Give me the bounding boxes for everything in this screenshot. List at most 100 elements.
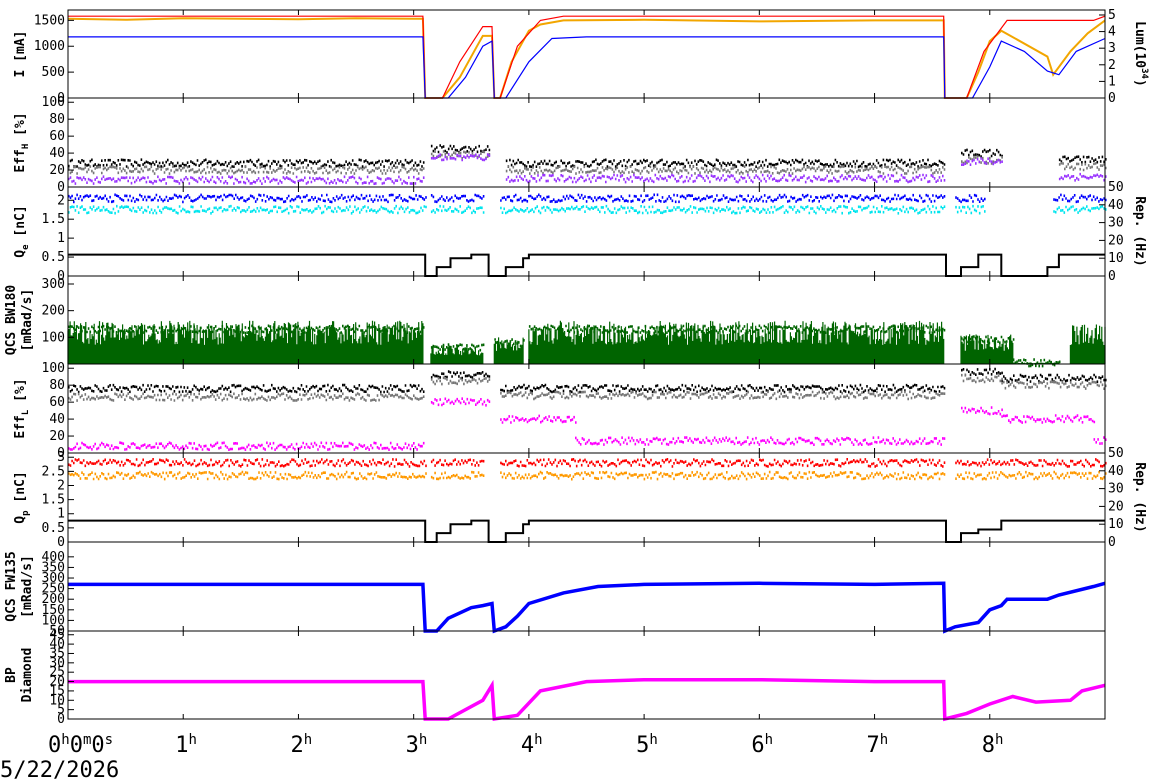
series-cyan-segment-3 [955,204,986,215]
y-tick-label: 0 [57,535,65,550]
series-red-segment-0 [68,458,427,468]
series-black-segment-2 [500,383,946,394]
y-axis-title-line: QCS BW180 [4,285,19,356]
x-hour-label: 5h [636,732,658,758]
y-tick-label: 80 [49,378,65,393]
y-tick-label: 2 [57,478,65,493]
panel-qcs_fw: 50100150200250300350400QCS FW135 [mRad/s] [4,541,1106,639]
y2-tick-label: 30 [1108,482,1124,497]
y-axis-title-line: BP [4,667,19,683]
series-blue-line [68,36,1106,99]
y-tick-label: 60 [49,129,65,144]
panel-frame [67,9,1106,99]
x-hour-label: 8h [982,732,1004,758]
series-grey-segment-0 [68,165,425,175]
series-orange2-segment-1 [430,470,485,481]
series-black-segment-3 [961,148,1003,158]
y2-tick-label: 40 [1108,198,1124,213]
series-grey-segment-3 [961,373,1003,384]
y2-tick-label: 20 [1108,233,1124,248]
panel-frame [67,630,1106,720]
y-tick-label: 500 [42,65,65,80]
series-grey-segment-0 [68,392,425,402]
y-tick-label: 1.5 [42,493,65,508]
series-purple-segment-4 [1058,172,1107,182]
series-black-segment-4 [1058,155,1107,164]
time-axis: 0h0m0s 1h 2h 3h 4h 5h 6h 7h 8h 5/22/2026 [0,732,1003,782]
series-grey-segment-4 [1058,161,1107,172]
y-tick-label: 2 [57,193,65,208]
beam-monitor-chart: 050010001500012345Lum(1034)I [mA]0204060… [0,8,1149,782]
series-orange2-segment-0 [68,470,427,481]
panel-bp: 051015202530354045BP Diamond [4,628,1106,727]
y-axis-title-line: [mRad/s] [20,555,35,618]
y-tick-label: 400 [42,550,65,565]
series-cyan-segment-1 [430,204,485,215]
series-red-line [68,15,1106,99]
x-start-label: 0h0m0s [48,732,113,758]
y-tick-label: 200 [42,304,65,319]
series-blue-line [68,581,1106,634]
series-red-segment-1 [430,458,485,467]
series-purple-segment-2 [505,173,946,184]
y-axis-title: Qe [nC] [13,205,31,257]
series-darkgreen-segment-0 [68,324,425,335]
y2-tick-label: 2 [1108,58,1116,73]
y-tick-label: 100 [42,361,65,376]
series-blue-segment-1 [430,193,485,204]
y-tick-label: 1000 [34,39,65,54]
series-magenta-segment-3 [575,436,946,446]
y-tick-label: 1.5 [42,212,65,227]
panel-qcs_bw: 100 200 300 QCS BW180 [mRad/s] [4,275,1106,368]
y-axis-title: EffL [%] [13,378,31,438]
y-tick-label: 2.5 [42,464,65,479]
series-magenta-segment-4 [961,406,1003,416]
series-orange2-segment-2 [500,470,946,481]
y2-axis-title: Rep. (Hz) [1132,462,1147,532]
panel-frame [67,452,1106,543]
y-tick-label: 40 [49,146,65,161]
y2-tick-label: 4 [1108,25,1116,40]
panel-current: 050010001500012345Lum(1034)I [mA] [13,8,1149,106]
series-blue-segment-3 [955,193,986,204]
y2-tick-label: 30 [1108,216,1124,231]
y-tick-label: 45 [49,628,65,643]
y2-tick-label: 0 [1108,269,1116,284]
panel-effH: 020406080100EffH [%] [13,95,1107,195]
series-cyan-segment-0 [68,204,427,215]
rep-rate-line [68,519,1105,543]
y-tick-label: 40 [49,412,65,427]
series-magenta-segment-5 [1001,414,1096,424]
y-tick-label: 0.5 [42,521,65,536]
series-purple-segment-0 [68,175,425,185]
series-grey-segment-4 [1001,380,1107,390]
series-blue-segment-2 [500,193,946,204]
series-darkgreen-area-6 [1069,324,1106,364]
series-black-segment-2 [505,158,946,169]
rep-rate-line [68,253,1105,277]
y2-tick-label: 20 [1108,499,1124,514]
x-hour-label: 7h [867,732,889,758]
y2-tick-label: 10 [1108,517,1124,532]
panel-qe: 00.511.5201020304050Rep. (Hz)Qe [nC] [13,180,1147,284]
x-hour-label: 4h [521,732,543,758]
panel-frame [67,541,1106,632]
y-tick-label: 60 [49,395,65,410]
x-hour-label: 1h [175,732,197,758]
y2-tick-label: 0 [1108,91,1116,106]
y-tick-label: 20 [49,163,65,178]
y-tick-label: 300 [42,277,65,292]
series-magenta-segment-2 [500,414,577,424]
y-tick-label: 1500 [34,13,65,28]
y-axis-title-line: QCS FW135 [4,551,19,621]
series-black-segment-0 [68,383,425,394]
series-red-segment-3 [955,458,1107,468]
panel-qp: 00.511.522.5301020304050Rep. (Hz)Qp [nC] [13,446,1147,550]
y2-tick-label: 5 [1108,8,1116,23]
series-cyan-segment-4 [1053,205,1107,214]
y2-tick-label: 40 [1108,464,1124,479]
panel-frame [67,363,1106,454]
y-tick-label: 3 [57,450,65,465]
series-orange2-segment-3 [955,470,1107,481]
series-red-segment-2 [500,458,946,468]
